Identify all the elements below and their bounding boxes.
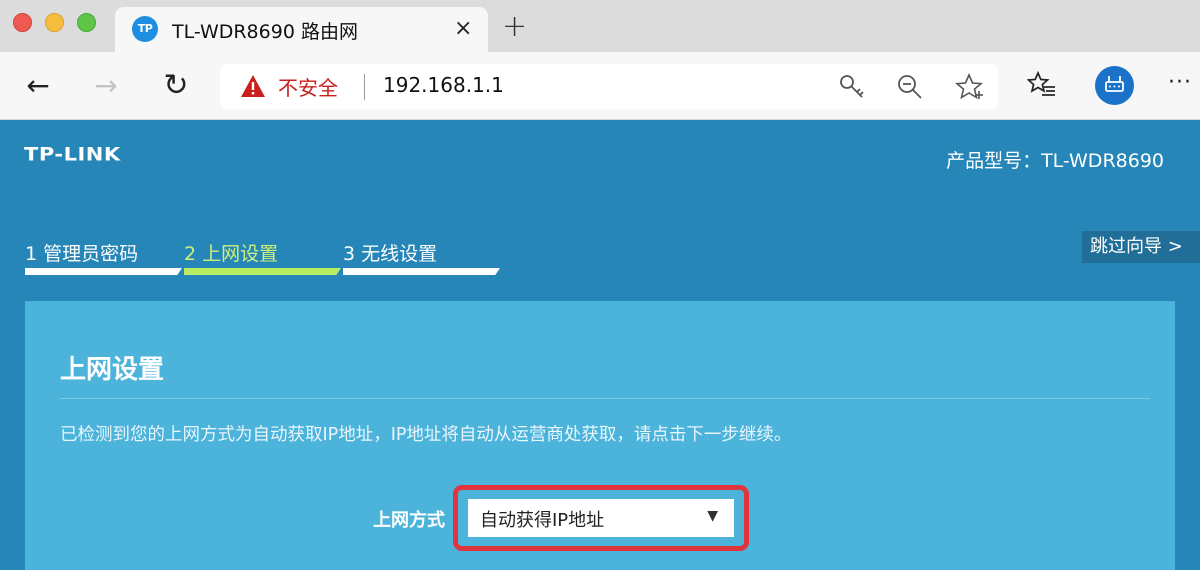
step-label: 1 管理员密码 bbox=[25, 243, 139, 265]
new-tab-button[interactable]: + bbox=[502, 12, 527, 42]
warning-triangle-icon bbox=[241, 75, 265, 97]
step-progress-bar bbox=[25, 268, 182, 275]
zoom-out-icon[interactable] bbox=[894, 71, 926, 103]
step-label: 3 无线设置 bbox=[343, 243, 438, 265]
window-zoom-button[interactable] bbox=[77, 13, 96, 32]
browser-tab-active[interactable]: TP TL-WDR8690 路由网 × bbox=[115, 7, 488, 52]
skip-wizard-button[interactable]: 跳过向导 > bbox=[1082, 231, 1200, 263]
key-icon[interactable] bbox=[836, 71, 868, 103]
window-close-button[interactable] bbox=[13, 13, 32, 32]
panel-title: 上网设置 bbox=[60, 355, 165, 385]
step-label: 2 上网设置 bbox=[184, 243, 279, 265]
step-progress-bar bbox=[343, 268, 500, 275]
address-bar[interactable]: 不安全 192.168.1.1 bbox=[220, 64, 998, 109]
profile-avatar[interactable] bbox=[1095, 66, 1134, 105]
connection-type-select[interactable]: 自动获得IP地址 ▼ bbox=[468, 499, 734, 537]
highlight-box: 自动获得IP地址 ▼ bbox=[453, 485, 749, 551]
connection-type-label: 上网方式 bbox=[373, 510, 445, 531]
not-secure-label[interactable]: 不安全 bbox=[278, 72, 338, 101]
forward-arrow-icon[interactable]: → bbox=[90, 52, 122, 120]
router-avatar-icon bbox=[1105, 76, 1124, 92]
detection-description: 已检测到您的上网方式为自动获取IP地址，IP地址将自动从运营商处获取，请点击下一… bbox=[60, 425, 792, 445]
router-admin-page: TP-LINK 产品型号：TL-WDR8690 1 管理员密码 2 上网设置 3… bbox=[0, 121, 1200, 570]
browser-toolbar: ← → ↻ 不安全 192.168.1.1 ··· bbox=[0, 52, 1200, 120]
window-minimize-button[interactable] bbox=[45, 13, 64, 32]
tp-link-logo: TP-LINK bbox=[24, 143, 121, 165]
panel-divider bbox=[60, 398, 1150, 399]
address-divider bbox=[364, 74, 365, 100]
back-arrow-icon[interactable]: ← bbox=[22, 52, 54, 120]
internet-settings-panel: 上网设置 已检测到您的上网方式为自动获取IP地址，IP地址将自动从运营商处获取，… bbox=[25, 301, 1175, 570]
select-value: 自动获得IP地址 bbox=[480, 510, 605, 531]
dropdown-arrow-icon[interactable]: ▼ bbox=[707, 508, 718, 524]
step-admin-password[interactable]: 1 管理员密码 bbox=[25, 235, 182, 275]
reload-icon[interactable]: ↻ bbox=[160, 52, 192, 120]
tab-close-icon[interactable]: × bbox=[454, 16, 472, 42]
browser-tab-strip: TP TL-WDR8690 路由网 × + bbox=[0, 0, 1200, 52]
step-internet-settings[interactable]: 2 上网设置 bbox=[184, 235, 341, 275]
step-wireless-settings[interactable]: 3 无线设置 bbox=[343, 235, 500, 275]
product-model: 产品型号：TL-WDR8690 bbox=[946, 150, 1164, 172]
tp-link-favicon-icon: TP bbox=[132, 16, 158, 42]
more-options-icon[interactable]: ··· bbox=[1168, 72, 1192, 94]
step-progress-bar bbox=[184, 268, 341, 275]
tab-title: TL-WDR8690 路由网 bbox=[172, 21, 358, 43]
favorites-list-icon[interactable] bbox=[1027, 70, 1057, 100]
add-favorite-star-icon[interactable] bbox=[953, 71, 985, 103]
url-text[interactable]: 192.168.1.1 bbox=[383, 73, 504, 97]
